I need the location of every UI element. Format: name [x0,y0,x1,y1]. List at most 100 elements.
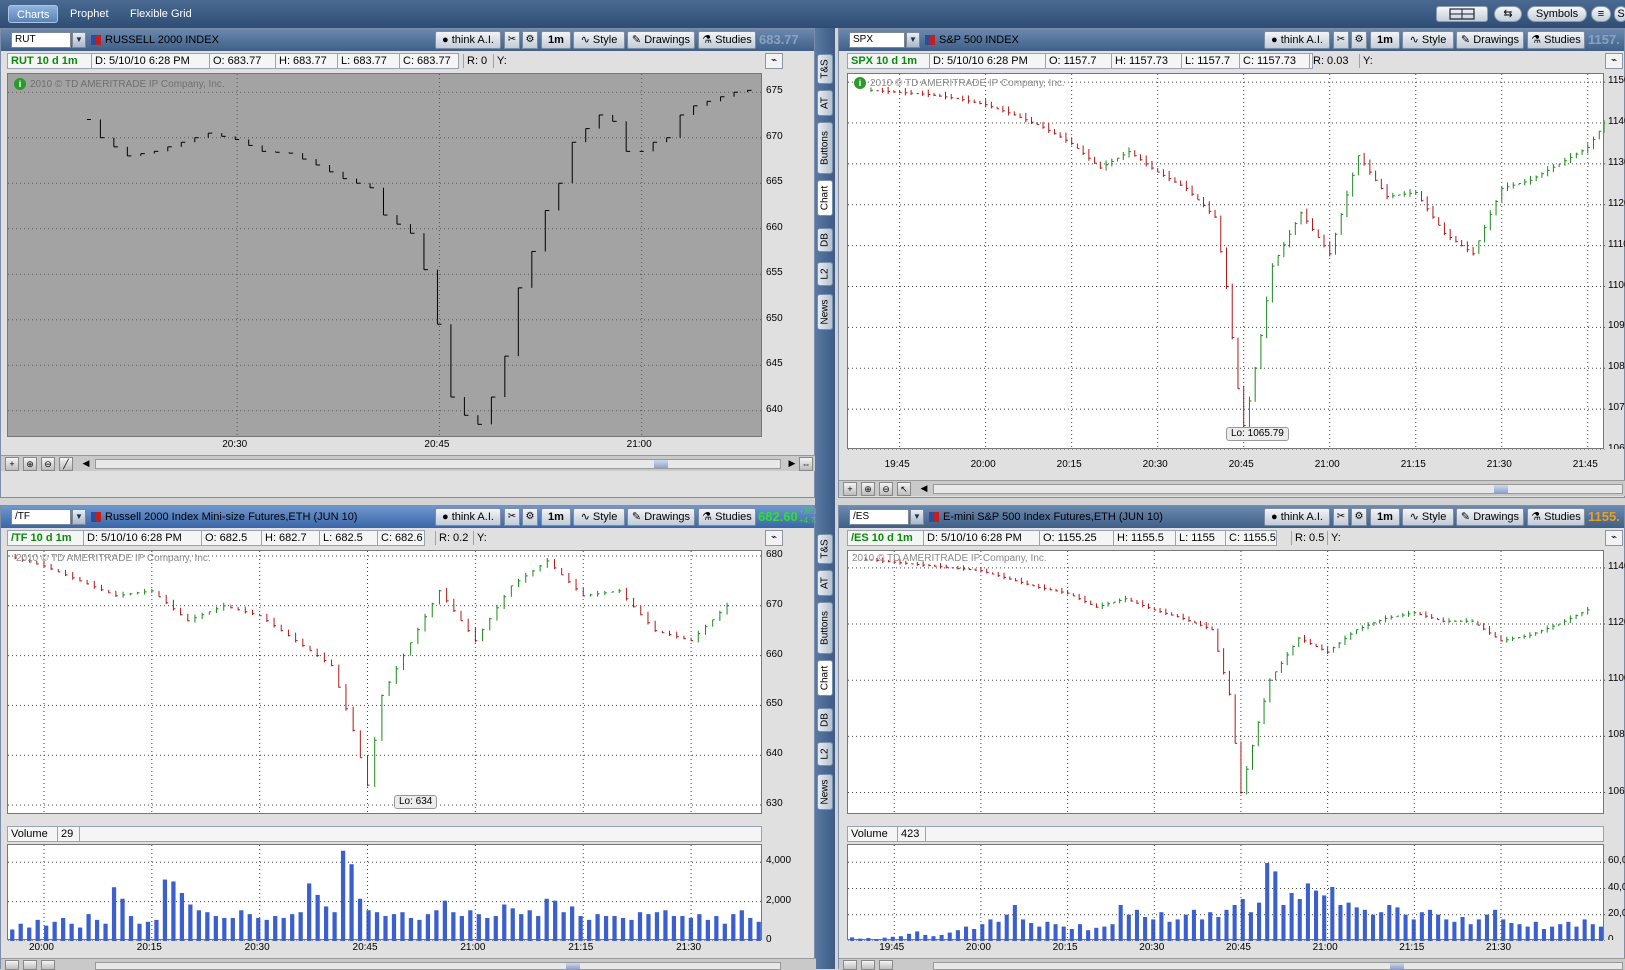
pointer-icon[interactable]: ↖ [897,482,911,496]
tab-flexible-grid[interactable]: Flexible Grid [122,5,200,23]
interval-button[interactable]: 1m [1370,508,1400,526]
tab-charts[interactable]: Charts [8,5,59,23]
studies-button[interactable]: ⚗ Studies [698,31,756,49]
volume-bar [77,927,83,941]
scroll-left-icon[interactable]: ◀ [79,457,93,471]
symbol-dropdown[interactable]: ▼ [72,32,86,48]
scroll-thumb[interactable] [1494,485,1508,493]
tab-at[interactable]: AT [817,90,833,116]
chart-settings-icon[interactable]: ⌁ [765,53,783,69]
info-icon[interactable]: i [14,78,26,90]
scissors-icon[interactable]: ✂ [1333,508,1349,526]
scroll-left-icon[interactable]: ◀ [917,482,931,496]
volume-bar [357,898,363,941]
drawings-button[interactable]: ✎ Drawings [627,508,695,526]
crosshair-icon[interactable]: + [843,482,857,496]
price-chart[interactable]: i 2010 © TD AMERITRADE IP Company, Inc. … [847,73,1605,450]
volume-chart[interactable] [7,844,763,941]
info-icon[interactable]: i [854,77,866,89]
tab-prophet[interactable]: Prophet [62,5,117,23]
zoom-out-icon[interactable]: ⊖ [41,457,55,471]
scissors-icon[interactable]: ✂ [504,508,520,526]
style-button[interactable]: ∿ Style [573,31,625,49]
instrument-name: Russell 2000 Index Mini-size Futures,ETH… [105,511,358,523]
horizontal-scrollbar[interactable] [95,459,781,469]
tab-news[interactable]: News [817,294,833,330]
x-tick-label: 21:00 [626,439,652,450]
x-tick-label: 20:00 [965,942,991,953]
studies-button[interactable]: ⚗ Studies [1527,508,1585,526]
scroll-thumb[interactable] [566,963,580,969]
studies-button[interactable]: ⚗ Studies [698,508,756,526]
tab-ts[interactable]: T&S [817,54,833,84]
s-button[interactable]: S [1614,6,1625,22]
style-button[interactable]: ∿ Style [1402,31,1454,49]
volume-bar [425,914,431,941]
thinkai-button[interactable]: ● think A.I. [1264,508,1330,526]
volume-chart[interactable] [847,844,1605,941]
volume-bar [374,912,380,941]
low-value: L: 683.77 [338,54,400,68]
zoom-in-icon[interactable]: ⊕ [23,457,37,471]
crosshair-icon[interactable]: + [5,457,19,471]
drawings-button[interactable]: ✎ Drawings [1456,508,1524,526]
chart-settings-icon[interactable]: ⌁ [1605,53,1623,69]
wrench-icon[interactable]: ⚙ [522,31,538,49]
price-chart[interactable]: i 2010 © TD AMERITRADE IP Company, Inc. [7,73,763,438]
price-chart[interactable]: 2010 © TD AMERITRADE IP Company, Inc. [847,550,1605,815]
tab-news-lower[interactable]: News [817,774,833,810]
scissors-icon[interactable]: ✂ [1333,31,1349,49]
horizontal-scrollbar[interactable] [933,484,1623,494]
draw-line-icon[interactable]: ╱ [59,457,73,471]
symbol-input[interactable]: SPX [849,32,905,48]
style-button[interactable]: ∿ Style [573,508,625,526]
fit-icon[interactable]: ⇔ [799,457,813,471]
wrench-icon[interactable]: ⚙ [1351,31,1367,49]
volume-bar [1354,907,1359,941]
tab-chart-lower[interactable]: Chart [817,660,833,696]
tab-db[interactable]: DB [817,228,833,252]
wrench-icon[interactable]: ⚙ [1351,508,1367,526]
interval-button[interactable]: 1m [1370,31,1400,49]
chart-settings-icon[interactable]: ⌁ [765,530,783,546]
thinkai-button[interactable]: ● think A.I. [435,508,501,526]
tab-l2-lower[interactable]: L2 [817,742,833,766]
zoom-out-icon[interactable]: ⊖ [879,482,893,496]
scroll-thumb[interactable] [1390,963,1404,969]
tab-buttons-lower[interactable]: Buttons [817,602,833,654]
chart-settings-icon[interactable]: ⌁ [1605,530,1623,546]
symbol-input[interactable]: /ES [849,509,909,525]
style-button[interactable]: ∿ Style [1402,508,1454,526]
volume-bar [1501,919,1506,941]
symbol-dropdown[interactable]: ▼ [910,509,924,525]
drawings-button[interactable]: ✎ Drawings [627,31,695,49]
symbol-dropdown[interactable]: ▼ [72,509,86,525]
thinkai-button[interactable]: ● think A.I. [1264,31,1330,49]
wrench-icon[interactable]: ⚙ [522,508,538,526]
symbol-dropdown[interactable]: ▼ [906,32,920,48]
tab-l2[interactable]: L2 [817,262,833,286]
date-value: D: 5/10/10 6:28 PM [930,54,1046,68]
tab-db-lower[interactable]: DB [817,708,833,732]
symbol-input[interactable]: /TF [11,509,71,525]
link-button[interactable]: ⇆ [1494,6,1522,22]
zoom-in-icon[interactable]: ⊕ [861,482,875,496]
scissors-icon[interactable]: ✂ [504,31,520,49]
interval-button[interactable]: 1m [541,508,571,526]
tab-buttons[interactable]: Buttons [817,122,833,174]
menu-button[interactable]: ≡ [1591,6,1611,22]
studies-button[interactable]: ⚗ Studies [1527,31,1585,49]
thinkai-button[interactable]: ● think A.I. [435,31,501,49]
symbols-button[interactable]: Symbols [1527,6,1587,22]
symbol-input[interactable]: RUT [11,32,71,48]
scroll-thumb[interactable] [654,460,668,468]
price-chart[interactable]: 2010 © TD AMERITRADE IP Company, Inc. Lo… [7,550,763,815]
tab-ts-lower[interactable]: T&S [817,534,833,564]
interval-button[interactable]: 1m [541,31,571,49]
grid-layout-button[interactable] [1436,6,1488,22]
drawings-button[interactable]: ✎ Drawings [1456,31,1524,49]
tab-chart[interactable]: Chart [817,180,833,216]
x-tick-label: 21:45 [1572,459,1598,470]
scroll-right-icon[interactable]: ▶ [785,457,799,471]
tab-at-lower[interactable]: AT [817,570,833,596]
